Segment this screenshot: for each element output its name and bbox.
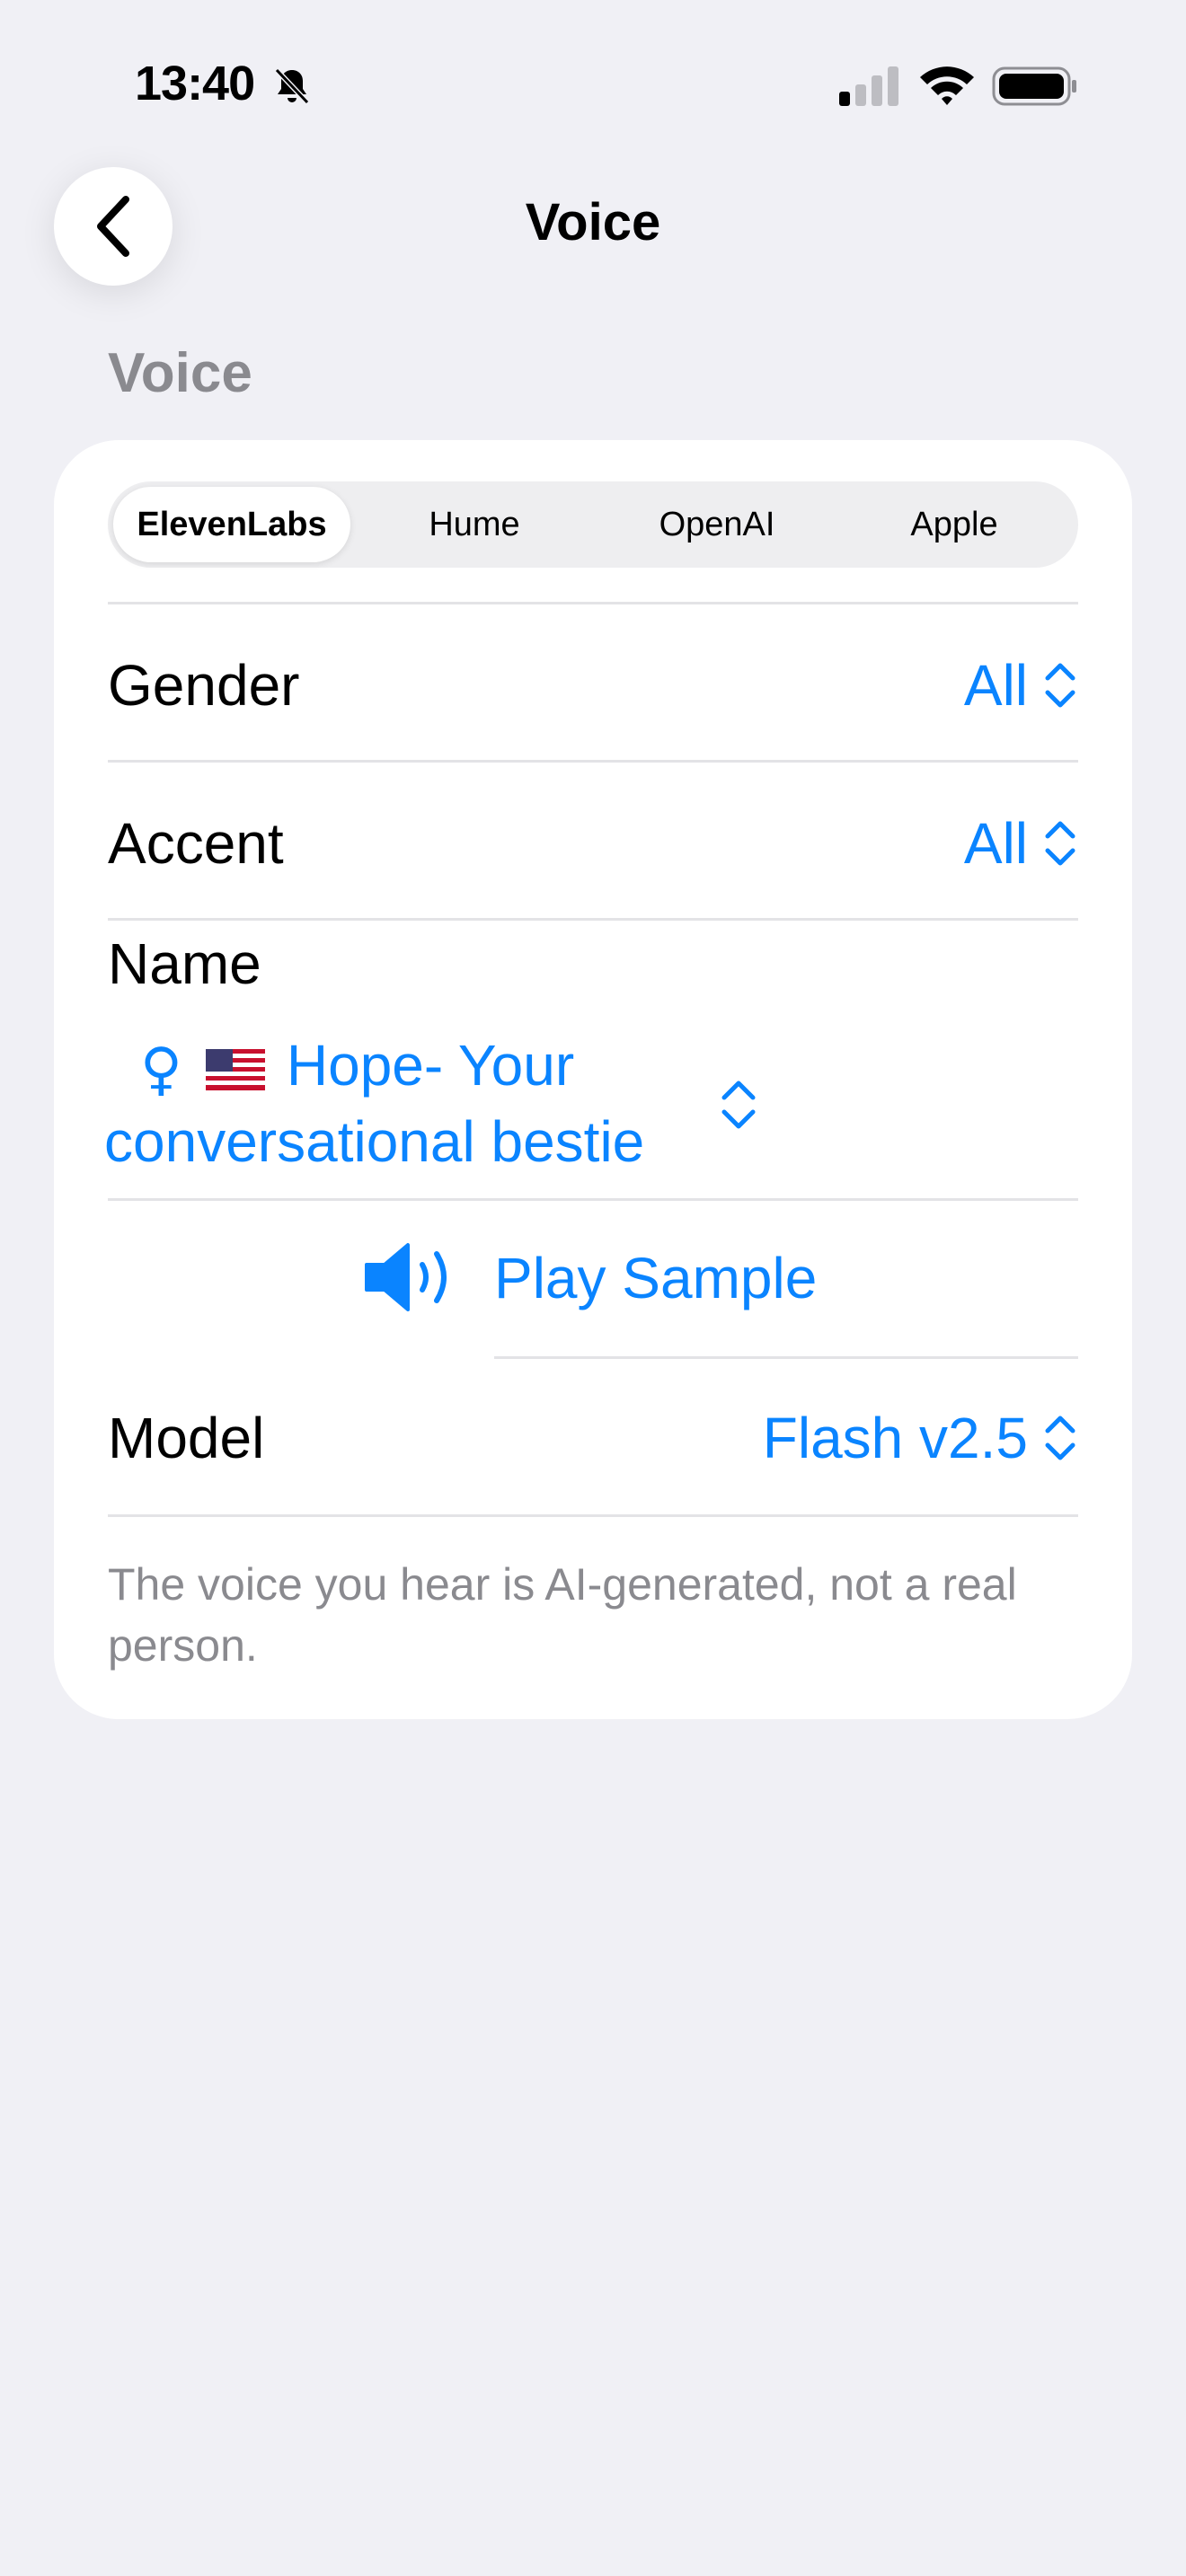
gender-label: Gender bbox=[108, 653, 300, 718]
section-header: Voice bbox=[108, 342, 252, 404]
divider bbox=[108, 760, 1078, 763]
play-sample-label: Play Sample bbox=[494, 1246, 818, 1310]
model-label: Model bbox=[108, 1406, 265, 1470]
segment-openai[interactable]: OpenAI bbox=[598, 487, 836, 562]
divider bbox=[108, 918, 1078, 921]
model-value: Flash v2.5 bbox=[762, 1406, 1028, 1470]
us-flag-icon bbox=[205, 1049, 265, 1091]
segment-elevenlabs[interactable]: ElevenLabs bbox=[113, 487, 350, 562]
bell-slash-icon bbox=[274, 67, 310, 105]
status-time: 13:40 bbox=[135, 57, 255, 110]
segment-hume[interactable]: Hume bbox=[356, 487, 593, 562]
cellular-signal-icon bbox=[839, 66, 898, 106]
name-line-1: Hope- Your bbox=[286, 1033, 575, 1098]
provider-segmented-control: ElevenLabs Hume OpenAI Apple bbox=[108, 481, 1078, 568]
divider bbox=[108, 602, 1078, 604]
gender-picker[interactable]: All bbox=[964, 652, 1078, 719]
female-symbol-icon: ♀ bbox=[140, 1037, 182, 1104]
speaker-wave-icon bbox=[365, 1243, 447, 1311]
status-bar: 13:40 bbox=[0, 0, 1186, 171]
name-label: Name bbox=[108, 931, 261, 996]
accent-label: Accent bbox=[108, 811, 284, 876]
ai-disclosure-text: The voice you hear is AI-generated, not … bbox=[108, 1559, 1017, 1671]
name-value: ♀ Hope- Your conversational bestie bbox=[104, 1029, 644, 1178]
divider bbox=[108, 1514, 1078, 1517]
divider bbox=[108, 1198, 1078, 1201]
accent-value: All bbox=[963, 811, 1028, 876]
segment-apple[interactable]: Apple bbox=[836, 487, 1073, 562]
chevron-up-down-icon bbox=[1045, 1416, 1075, 1460]
divider bbox=[494, 1356, 1078, 1359]
chevron-up-down-icon bbox=[1045, 663, 1075, 708]
accent-picker[interactable]: All bbox=[964, 810, 1078, 877]
voice-settings-card: ElevenLabs Hume OpenAI Apple Gender All … bbox=[54, 440, 1132, 1719]
wifi-icon bbox=[920, 66, 974, 105]
page-title: Voice bbox=[525, 193, 661, 251]
chevron-up-down-icon bbox=[1045, 821, 1075, 866]
battery-icon bbox=[992, 66, 1076, 106]
model-picker[interactable]: Flash v2.5 bbox=[763, 1405, 1078, 1471]
gender-value: All bbox=[963, 653, 1028, 718]
name-line-2: conversational bestie bbox=[104, 1109, 645, 1175]
chevron-up-down-icon bbox=[721, 1081, 756, 1129]
